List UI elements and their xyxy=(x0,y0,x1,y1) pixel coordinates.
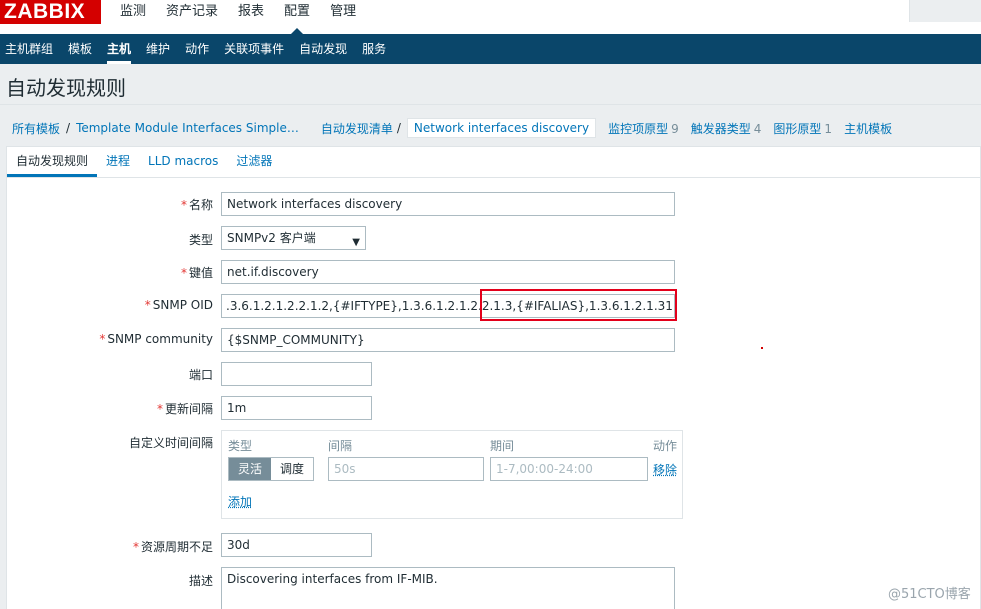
tab-discovery-rule[interactable]: 自动发现规则 xyxy=(7,147,98,177)
ci-header-type: 类型 xyxy=(228,439,253,453)
port-input[interactable] xyxy=(221,362,372,386)
sub-menu-correlation[interactable]: 关联项事件 xyxy=(219,34,289,64)
search-input[interactable] xyxy=(909,0,981,22)
ci-remove-link[interactable]: 移除 xyxy=(653,461,677,478)
snmp-community-label: * SNMP community xyxy=(99,332,213,346)
keep-lost-label: * 资源周期不足 xyxy=(133,538,213,555)
sub-menu-services[interactable]: 服务 xyxy=(357,34,391,64)
description-label: 描述 xyxy=(188,574,213,588)
name-label: * 名称 xyxy=(181,196,213,213)
breadcrumb-all-templates[interactable]: 所有模板 xyxy=(6,120,66,137)
breadcrumb-item-prototypes-label: 监控项原型 xyxy=(608,121,669,136)
zabbix-logo[interactable]: ZABBIX xyxy=(0,0,101,24)
update-interval-label: * 更新间隔 xyxy=(157,400,213,417)
ci-type-toggle: 灵活 调度 xyxy=(228,457,315,481)
sub-menu-host-groups[interactable]: 主机群组 xyxy=(0,34,58,64)
top-menu-administration[interactable]: 管理 xyxy=(320,0,366,28)
required-marker: * xyxy=(144,298,151,312)
type-select[interactable]: SNMPv2 客户端 ▼ xyxy=(221,226,366,250)
breadcrumb-host-templates[interactable]: 主机模板 xyxy=(838,120,898,137)
sub-menu-templates[interactable]: 模板 xyxy=(63,34,97,64)
top-menu: 监测 资产记录 报表 配置 管理 xyxy=(110,0,366,34)
ci-header-interval: 间隔 xyxy=(328,439,353,453)
name-input[interactable]: Network interfaces discovery xyxy=(221,192,675,216)
port-label: 端口 xyxy=(188,368,213,382)
sub-menu: 主机群组 模板 主机 维护 动作 关联项事件 自动发现 服务 xyxy=(0,34,981,64)
page-title: 自动发现规则 xyxy=(6,76,126,100)
top-menu-reports[interactable]: 报表 xyxy=(228,0,274,28)
keep-lost-label-text: 资源周期不足 xyxy=(140,540,213,554)
keep-lost-input[interactable]: 30d xyxy=(221,533,372,557)
sub-menu-actions[interactable]: 动作 xyxy=(180,34,214,64)
sub-menu-maintenance[interactable]: 维护 xyxy=(141,34,175,64)
snmp-community-label-text: SNMP community xyxy=(107,332,213,346)
ci-add-link[interactable]: 添加 xyxy=(228,493,252,510)
type-label: 类型 xyxy=(188,233,213,247)
key-label-text: 键值 xyxy=(188,266,213,280)
breadcrumb: 所有模板 / Template Module Interfaces Simple… xyxy=(6,117,898,139)
highlight-box xyxy=(480,289,677,321)
top-menu-configuration[interactable]: 配置 xyxy=(274,0,320,34)
breadcrumb-trigger-prototypes-label: 触发器类型 xyxy=(690,121,751,136)
type-select-value: SNMPv2 客户端 xyxy=(227,231,316,245)
required-marker: * xyxy=(99,332,106,346)
breadcrumb-graph-prototypes-count: 1 xyxy=(824,121,833,136)
update-interval-input[interactable]: 1m xyxy=(221,396,372,420)
ci-header-period: 期间 xyxy=(490,439,515,453)
tab-preprocessing[interactable]: 进程 xyxy=(97,147,139,177)
required-marker: * xyxy=(132,540,139,554)
ci-header-action: 动作 xyxy=(653,439,678,453)
key-label: * 键值 xyxy=(181,264,213,281)
chevron-down-icon: ▼ xyxy=(352,237,360,248)
update-interval-label-text: 更新间隔 xyxy=(164,402,213,416)
breadcrumb-template[interactable]: Template Module Interfaces Simple… xyxy=(70,121,305,135)
breadcrumb-trigger-prototypes-count: 4 xyxy=(753,121,762,136)
tabs-divider xyxy=(7,177,981,178)
snmp-oid-label-text: SNMP OID xyxy=(152,298,213,312)
breadcrumb-discovery-list[interactable]: 自动发现清单 xyxy=(315,120,397,137)
breadcrumb-item-prototypes-count: 9 xyxy=(671,121,679,136)
top-bar: ZABBIX 监测 资产记录 报表 配置 管理 xyxy=(0,0,981,34)
breadcrumb-separator: / xyxy=(396,121,401,135)
breadcrumb-item-prototypes[interactable]: 监控项原型 9 xyxy=(602,120,685,137)
stray-dot xyxy=(761,347,763,349)
required-marker: * xyxy=(180,266,187,280)
top-menu-inventory[interactable]: 资产记录 xyxy=(156,0,228,28)
required-marker: * xyxy=(156,402,163,416)
sub-menu-hosts[interactable]: 主机 xyxy=(102,34,136,64)
breadcrumb-trigger-prototypes[interactable]: 触发器类型 4 xyxy=(685,120,768,137)
ci-period-input[interactable]: 1-7,00:00-24:00 xyxy=(490,457,648,481)
top-menu-monitoring[interactable]: 监测 xyxy=(110,0,156,28)
ci-flexible-button[interactable]: 灵活 xyxy=(229,458,272,480)
ci-interval-input[interactable]: 50s xyxy=(328,457,484,481)
tabs: 自动发现规则 进程 LLD macros 过滤器 xyxy=(7,147,281,177)
header-divider xyxy=(0,104,981,105)
snmp-community-input[interactable]: {$SNMP_COMMUNITY} xyxy=(221,328,675,352)
breadcrumb-graph-prototypes-label: 图形原型 xyxy=(773,121,822,136)
breadcrumb-graph-prototypes[interactable]: 图形原型 1 xyxy=(767,120,838,137)
custom-intervals-label: 自定义时间间隔 xyxy=(128,436,213,450)
tab-lld-macros[interactable]: LLD macros xyxy=(139,147,227,177)
required-marker: * xyxy=(180,198,187,212)
custom-intervals-box: 类型 间隔 期间 动作 灵活 调度 50s 1-7,00:00-24:00 移除… xyxy=(221,430,683,519)
tab-filters[interactable]: 过滤器 xyxy=(227,147,281,177)
watermark: @51CTO博客 xyxy=(888,587,971,602)
snmp-oid-label: * SNMP OID xyxy=(145,298,213,312)
breadcrumb-current[interactable]: Network interfaces discovery xyxy=(406,118,597,138)
description-textarea[interactable]: Discovering interfaces from IF-MIB. xyxy=(221,567,675,609)
ci-scheduling-button[interactable]: 调度 xyxy=(271,458,314,480)
name-label-text: 名称 xyxy=(188,198,213,212)
sub-menu-discovery[interactable]: 自动发现 xyxy=(294,34,352,64)
key-input[interactable]: net.if.discovery xyxy=(221,260,675,284)
